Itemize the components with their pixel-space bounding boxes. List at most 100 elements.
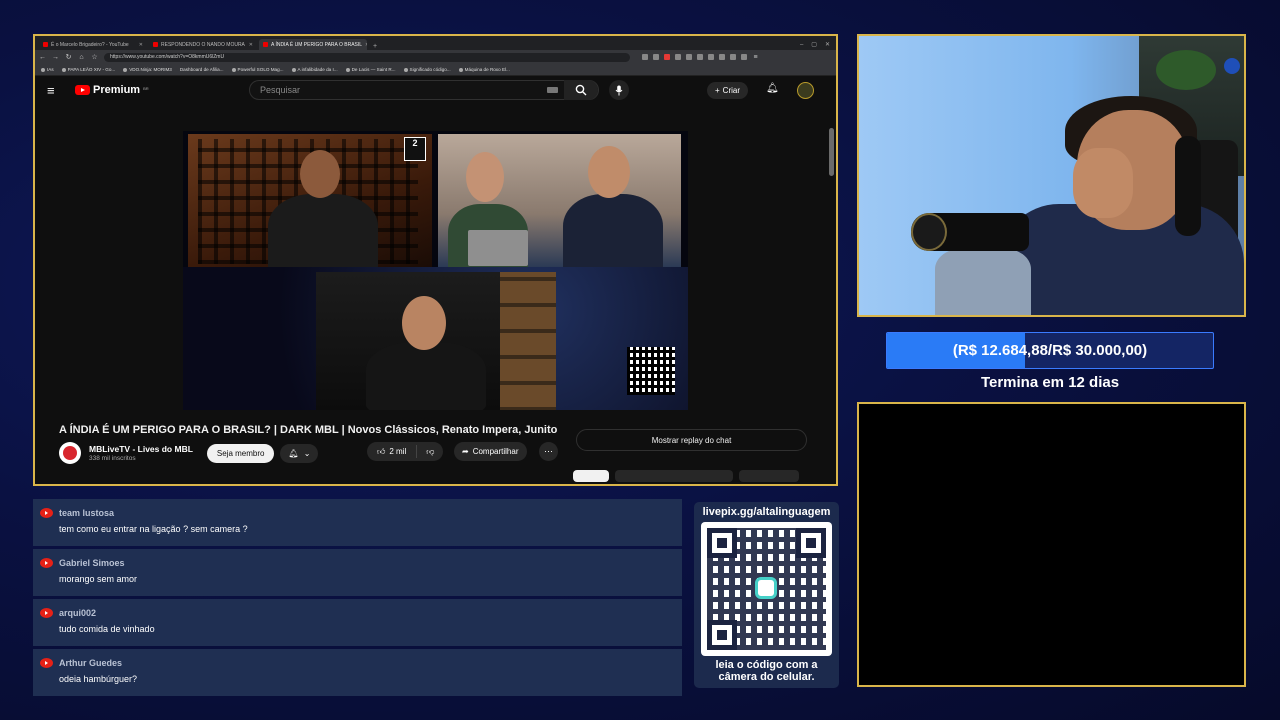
back-icon[interactable]: ←	[39, 54, 46, 61]
chat-message: Gabriel Simoes morango sem amor	[33, 549, 682, 596]
livepix-panel: livepix.gg/altalinguagem leia o código c…	[694, 502, 839, 688]
bookmark-item[interactable]: Máquina de Roxo El...	[458, 67, 510, 72]
youtube-favicon-icon	[43, 42, 48, 47]
extension-icon[interactable]	[719, 53, 725, 60]
bookmark-favicon-icon	[458, 67, 463, 72]
forward-icon[interactable]: →	[52, 54, 59, 61]
bookshelf	[500, 272, 556, 410]
thumbs-down-icon: 👎︎	[426, 446, 435, 456]
livepix-caption: leia o código com a câmera do celular.	[715, 659, 818, 683]
extension-icon[interactable]	[708, 53, 714, 60]
maximize-icon[interactable]: ▢	[811, 41, 817, 48]
bookmark-icon[interactable]: ☆	[91, 53, 98, 61]
streamer-webcam	[857, 34, 1246, 317]
chat-message: team lustosa tem como eu entrar na ligaç…	[33, 499, 682, 546]
channel-name[interactable]: MBLiveTV - Lives do MBL	[89, 444, 193, 454]
chip[interactable]	[573, 470, 609, 482]
subscriber-count: 338 mil inscritos	[89, 455, 136, 462]
chat-text: tudo comida de vinhado	[59, 624, 155, 634]
page-scrollbar[interactable]	[829, 128, 834, 176]
home-icon[interactable]: ⌂	[78, 54, 85, 61]
video-title: A ÍNDIA É UM PERIGO PARA O BRASIL? | DAR…	[59, 424, 558, 436]
close-tab-icon[interactable]: ✕	[139, 42, 143, 48]
new-tab-button[interactable]: +	[369, 43, 381, 50]
chat-text: tem como eu entrar na ligação ? sem came…	[59, 524, 248, 534]
close-tab-icon[interactable]: ✕	[249, 42, 253, 48]
plus-icon: +	[715, 86, 720, 95]
channel-avatar[interactable]	[59, 442, 81, 464]
qr-finder	[796, 528, 826, 558]
join-button[interactable]: Seja membro	[206, 443, 275, 463]
subscription-bell-button[interactable]: 🔔︎ ⌄	[280, 443, 319, 463]
more-actions-button[interactable]: ⋯	[539, 442, 558, 461]
plant	[1156, 50, 1216, 90]
video-participant-3	[316, 272, 556, 410]
search-button[interactable]	[564, 80, 598, 100]
reload-icon[interactable]: ↻	[65, 53, 72, 61]
bookmark-item[interactable]: Significado código...	[403, 67, 451, 72]
bookmark-item[interactable]: A infalibidade da I...	[291, 67, 338, 72]
channel-row: MBLiveTV - Lives do MBL 338 mil inscrito…	[59, 442, 319, 464]
bookmark-favicon-icon	[345, 67, 350, 72]
live-chat: team lustosa tem como eu entrar na ligaç…	[33, 499, 682, 699]
youtube-logo[interactable]: Premium BR	[75, 84, 149, 96]
microphone-icon	[615, 85, 623, 95]
search-icon	[575, 84, 587, 96]
hamburger-menu-icon[interactable]: ≡	[47, 83, 63, 98]
address-bar[interactable]: https://www.youtube.com/watch?v=O8kmmU6l…	[104, 52, 630, 62]
video-player[interactable]: 2	[183, 131, 688, 410]
bookmark-item[interactable]: De Lacis — Saint R...	[345, 67, 396, 72]
show-chat-replay-button[interactable]: Mostrar replay do chat	[576, 429, 807, 451]
account-avatar[interactable]	[797, 82, 814, 99]
qr-finder	[707, 528, 737, 558]
goal-amount: (R$ 12.684,88/R$ 30.000,00)	[952, 342, 1148, 359]
extension-icon[interactable]	[642, 53, 648, 60]
youtube-favicon-icon	[263, 42, 268, 47]
folder-icon	[41, 67, 45, 72]
search-input[interactable]: Pesquisar	[249, 80, 599, 100]
share-button[interactable]: ➦ Compartilhar	[454, 442, 527, 461]
related-chips	[573, 470, 799, 482]
bookmark-item[interactable]: VDO.Ninja: MORIM3	[123, 67, 172, 72]
bookmark-item[interactable]: Powerful SOLO Mag...	[231, 67, 284, 72]
extension-icon[interactable]	[664, 53, 670, 60]
extension-icon[interactable]	[686, 53, 692, 60]
window-controls: – ▢ ✕	[800, 39, 836, 50]
bookmarks-bar: IAs PAPA LEÃO XIV - Go... VDO.Ninja: MOR…	[35, 64, 836, 76]
extension-icon[interactable]	[675, 53, 681, 60]
bookmark-favicon-icon	[403, 67, 408, 72]
more-icon: ⋯	[544, 446, 553, 456]
notifications-bell-icon[interactable]: 🔔︎	[766, 83, 779, 94]
extensions-row: ≡	[642, 53, 759, 61]
chip[interactable]	[739, 470, 799, 482]
browser-toolbar: ← → ↻ ⌂ ☆ https://www.youtube.com/watch?…	[35, 50, 836, 64]
dislike-button[interactable]: 👎︎	[417, 447, 443, 457]
minimize-icon[interactable]: –	[800, 42, 803, 48]
chip[interactable]	[615, 470, 733, 482]
extension-icon[interactable]	[697, 53, 703, 60]
keyboard-icon[interactable]	[547, 87, 558, 93]
extension-icon[interactable]	[653, 53, 659, 60]
video-player-area[interactable]: 2	[35, 131, 835, 411]
bookmark-favicon-icon	[231, 67, 236, 72]
bookmark-item[interactable]: Dashboard de Afilia...	[180, 67, 224, 72]
browser-tab-1[interactable]: É o Marcelo Brigadeiro? - YouTube ✕	[39, 39, 147, 50]
close-window-icon[interactable]: ✕	[825, 41, 830, 48]
like-button[interactable]: 👍︎ 2 mil	[367, 445, 418, 458]
voice-search-button[interactable]	[609, 80, 629, 100]
bookmark-item[interactable]: IAs	[41, 67, 54, 72]
bookmark-favicon-icon	[61, 67, 66, 72]
extension-icon[interactable]	[741, 53, 747, 60]
bell-icon: 🔔︎	[288, 448, 299, 458]
browser-menu-icon[interactable]: ≡	[752, 54, 759, 61]
browser-tab-2[interactable]: RESPONDENDO O NANDO MOURA ✕	[149, 39, 257, 50]
youtube-icon	[40, 508, 53, 518]
bookmark-item[interactable]: PAPA LEÃO XIV - Go...	[61, 67, 115, 72]
browser-tab-3[interactable]: A ÍNDIA É UM PERIGO PARA O BRASIL✕	[259, 39, 367, 50]
chat-username: arqui002	[59, 608, 97, 618]
youtube-icon	[40, 608, 53, 618]
create-button[interactable]: + Criar	[707, 82, 749, 99]
close-tab-icon[interactable]: ✕	[365, 42, 367, 48]
extension-icon[interactable]	[730, 53, 736, 60]
youtube-play-icon	[75, 85, 90, 95]
